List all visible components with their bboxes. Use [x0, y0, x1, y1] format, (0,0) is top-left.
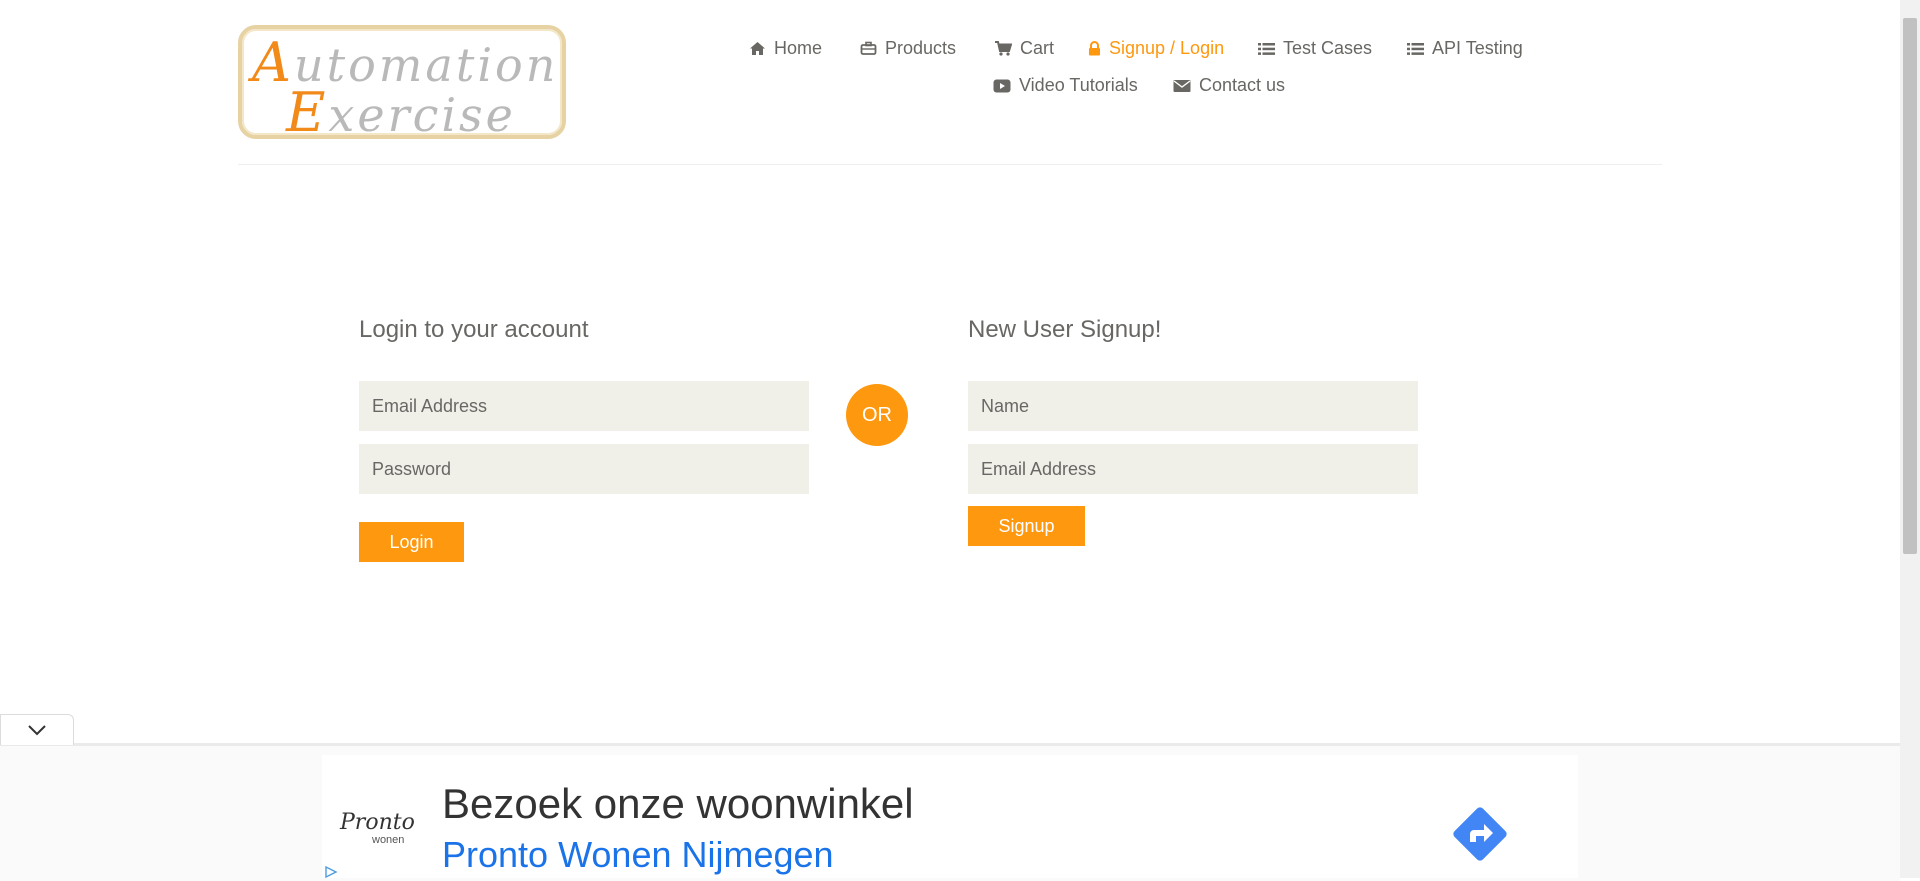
signup-button[interactable]: Signup: [968, 506, 1085, 546]
nav-test-cases[interactable]: Test Cases: [1258, 38, 1372, 59]
nav-contact-us[interactable]: Contact us: [1173, 75, 1285, 96]
scrollbar-thumb[interactable]: [1903, 18, 1917, 554]
ad-collapse-button[interactable]: [0, 714, 74, 745]
chevron-down-icon: [28, 725, 46, 736]
or-badge: OR: [846, 384, 908, 446]
nav-api-testing[interactable]: API Testing: [1407, 38, 1523, 59]
site-logo[interactable]: Automation Exercise: [238, 25, 566, 144]
signup-name-input[interactable]: [968, 381, 1418, 431]
page-scrollbar[interactable]: [1900, 0, 1920, 878]
list-icon: [1407, 42, 1424, 55]
nav-api-testing-label: API Testing: [1432, 38, 1523, 58]
youtube-icon: [993, 79, 1011, 92]
ad-brand-sub: wonen: [372, 834, 405, 846]
nav-cart[interactable]: Cart: [994, 38, 1054, 59]
ad-brand-logo: Pronto: [340, 810, 415, 835]
cart-icon: [995, 41, 1012, 56]
signup-title: New User Signup!: [968, 316, 1162, 343]
nav-home[interactable]: Home: [749, 38, 822, 59]
nav-home-label: Home: [774, 38, 823, 58]
lock-icon: [1089, 41, 1100, 56]
login-email-input[interactable]: [359, 381, 809, 431]
nav-signup-login-label: Signup / Login: [1109, 38, 1225, 58]
nav-signup-login[interactable]: Signup / Login: [1088, 38, 1224, 59]
nav-contact-us-label: Contact us: [1199, 75, 1286, 95]
nav-video-tutorials-label: Video Tutorials: [1019, 75, 1138, 95]
login-password-input[interactable]: [359, 444, 809, 494]
header-divider: [238, 164, 1662, 165]
ad-link[interactable]: Pronto Wonen Nijmegen: [442, 834, 834, 876]
login-button[interactable]: Login: [359, 522, 464, 562]
nav-video-tutorials[interactable]: Video Tutorials: [993, 75, 1138, 96]
logo-line2-rest: xercise: [328, 88, 516, 142]
directions-icon[interactable]: [1448, 802, 1512, 866]
nav-cart-label: Cart: [1020, 38, 1055, 58]
adchoices-icon[interactable]: [324, 866, 338, 878]
list-icon: [1258, 42, 1275, 55]
nav-products[interactable]: Products: [860, 38, 956, 59]
logo-text-line2: Exercise: [286, 81, 516, 144]
briefcase-icon: [860, 41, 877, 55]
home-icon: [750, 42, 765, 55]
login-title: Login to your account: [359, 316, 589, 343]
envelope-icon: [1173, 79, 1191, 92]
nav-test-cases-label: Test Cases: [1283, 38, 1373, 58]
nav-products-label: Products: [885, 38, 957, 58]
ad-headline[interactable]: Bezoek onze woonwinkel: [442, 780, 914, 828]
signup-email-input[interactable]: [968, 444, 1418, 494]
